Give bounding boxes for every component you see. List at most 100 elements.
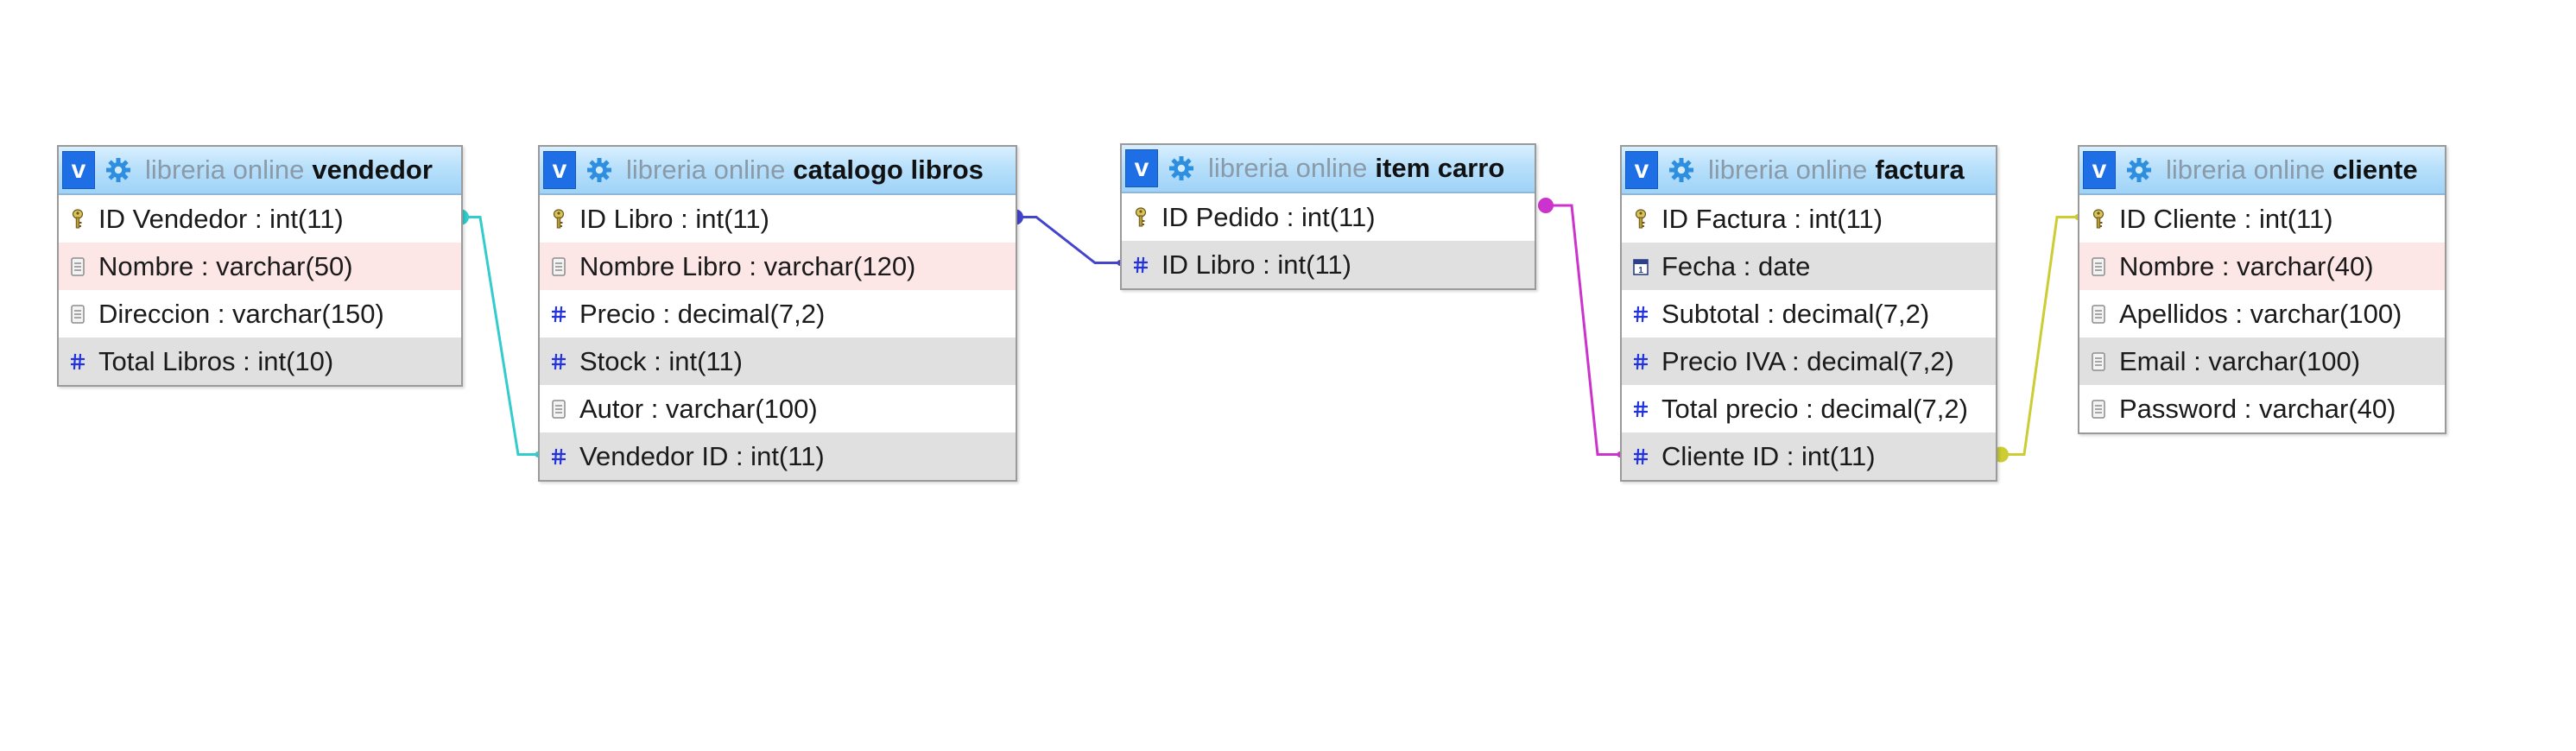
column-row[interactable]: Precio IVA : decimal(7,2) [1622, 338, 1996, 385]
column-label: Autor : varchar(100) [579, 393, 818, 424]
database-name: libreria online [626, 155, 786, 185]
column-row[interactable]: ID Pedido : int(11) [1122, 193, 1535, 241]
key-icon [69, 208, 86, 230]
database-name: libreria online [1708, 155, 1868, 185]
relation-factura-id [1546, 204, 1620, 456]
column-label: Fecha : date [1661, 250, 1811, 281]
column-row[interactable]: Vendedor ID : int(11) [540, 432, 1016, 480]
gear-icon[interactable] [102, 154, 135, 186]
column-row[interactable]: ID Libro : int(11) [540, 195, 1016, 243]
column-row[interactable]: ID Cliente : int(11) [2079, 195, 2445, 243]
database-name: libreria online [145, 155, 305, 185]
text-field-icon [550, 398, 567, 420]
key-icon [1632, 208, 1649, 230]
column-label: Nombre Libro : varchar(120) [579, 250, 916, 281]
text-field-icon [69, 256, 86, 278]
column-label: Total Libros : int(10) [98, 345, 334, 376]
database-name: libreria online [2166, 155, 2326, 185]
toggle-columns-button[interactable]: v [543, 151, 576, 189]
relation-catalogo-itemcarro [1016, 216, 1120, 264]
column-row[interactable]: Total Libros : int(10) [59, 338, 461, 385]
gear-icon[interactable] [583, 154, 616, 186]
column-label: Precio IVA : decimal(7,2) [1661, 345, 1954, 376]
numeric-field-icon [69, 350, 86, 373]
column-row[interactable]: Autor : varchar(100) [540, 385, 1016, 432]
column-label: ID Pedido : int(11) [1161, 201, 1376, 232]
column-row[interactable]: Nombre : varchar(40) [2079, 243, 2445, 290]
toggle-columns-button[interactable]: v [2083, 151, 2116, 189]
column-row[interactable]: Direccion : varchar(150) [59, 290, 461, 338]
table-name: item carro [1375, 153, 1505, 183]
column-label: Apellidos : varchar(100) [2119, 298, 2402, 329]
text-field-icon [2090, 303, 2107, 325]
column-row[interactable]: Total precio : decimal(7,2) [1622, 385, 1996, 432]
numeric-field-icon [550, 350, 567, 373]
column-label: Subtotal : decimal(7,2) [1661, 298, 1930, 329]
text-field-icon [2090, 256, 2107, 278]
table-catalogo[interactable]: v libreria online catalogo libros ID Libro … [538, 145, 1017, 482]
column-label: Stock : int(11) [579, 345, 743, 376]
table-name: vendedor [312, 155, 433, 185]
key-icon [550, 208, 567, 230]
toggle-columns-button[interactable]: v [1125, 149, 1158, 187]
column-row[interactable]: Nombre : varchar(50) [59, 243, 461, 290]
column-row[interactable]: Apellidos : varchar(100) [2079, 290, 2445, 338]
schema-designer-canvas: v libreria online vendedor ID Vendedor : in… [0, 0, 2576, 751]
column-row[interactable]: 1 Fecha : date [1622, 243, 1996, 290]
column-row[interactable]: ID Factura : int(11) [1622, 195, 1996, 243]
date-field-icon: 1 [1632, 256, 1649, 278]
column-row[interactable]: Subtotal : decimal(7,2) [1622, 290, 1996, 338]
column-label: Password : varchar(40) [2119, 393, 2396, 424]
table-vendedor[interactable]: v libreria online vendedor ID Vendedor : in… [57, 145, 463, 387]
column-label: Direccion : varchar(150) [98, 298, 384, 329]
column-label: ID Cliente : int(11) [2119, 203, 2333, 234]
column-label: ID Factura : int(11) [1661, 203, 1883, 234]
column-row[interactable]: Stock : int(11) [540, 338, 1016, 385]
gear-icon[interactable] [1665, 154, 1698, 186]
column-label: Nombre : varchar(50) [98, 250, 353, 281]
numeric-field-icon [1132, 254, 1149, 276]
numeric-field-icon [1632, 350, 1649, 373]
column-label: ID Libro : int(11) [1161, 249, 1351, 280]
table-header[interactable]: v libreria online item carro [1122, 145, 1535, 193]
column-row[interactable]: Precio : decimal(7,2) [540, 290, 1016, 338]
numeric-field-icon [550, 445, 567, 468]
relation-anchor-dot [1538, 198, 1554, 213]
table-header[interactable]: v libreria online vendedor [59, 147, 461, 195]
table-header[interactable]: v libreria online cliente [2079, 147, 2445, 195]
column-label: Vendedor ID : int(11) [579, 440, 825, 471]
numeric-field-icon [1632, 303, 1649, 325]
text-field-icon [2090, 350, 2107, 373]
relation-cliente-factura [1996, 216, 2078, 456]
toggle-columns-button[interactable]: v [1625, 151, 1658, 189]
table-name: cliente [2332, 155, 2418, 185]
column-row[interactable]: Nombre Libro : varchar(120) [540, 243, 1016, 290]
database-name: libreria online [1208, 153, 1368, 183]
gear-icon[interactable] [1165, 152, 1198, 185]
column-label: Email : varchar(100) [2119, 345, 2361, 376]
key-icon [1132, 206, 1149, 229]
text-field-icon [69, 303, 86, 325]
toggle-columns-button[interactable]: v [62, 151, 95, 189]
table-header[interactable]: v libreria online factura [1622, 147, 1996, 195]
text-field-icon [550, 256, 567, 278]
column-row[interactable]: Email : varchar(100) [2079, 338, 2445, 385]
text-field-icon [2090, 398, 2107, 420]
table-cliente[interactable]: v libreria online cliente ID Cliente : int(… [2078, 145, 2446, 434]
numeric-field-icon [550, 303, 567, 325]
table-factura[interactable]: v libreria online factura ID Factura : int(… [1620, 145, 1997, 482]
column-label: Nombre : varchar(40) [2119, 250, 2374, 281]
relation-vendedor-catalogo [461, 216, 538, 456]
column-label: ID Vendedor : int(11) [98, 203, 344, 234]
column-label: Total precio : decimal(7,2) [1661, 393, 1968, 424]
table-itemcarro[interactable]: v libreria online item carro ID Pedido : in… [1120, 143, 1536, 290]
gear-icon[interactable] [2123, 154, 2155, 186]
column-row[interactable]: ID Libro : int(11) [1122, 241, 1535, 288]
table-header[interactable]: v libreria online catalogo libros [540, 147, 1016, 195]
numeric-field-icon [1632, 445, 1649, 468]
key-icon [2090, 208, 2107, 230]
column-label: Precio : decimal(7,2) [579, 298, 826, 329]
column-row[interactable]: ID Vendedor : int(11) [59, 195, 461, 243]
column-row[interactable]: Cliente ID : int(11) [1622, 432, 1996, 480]
column-row[interactable]: Password : varchar(40) [2079, 385, 2445, 432]
